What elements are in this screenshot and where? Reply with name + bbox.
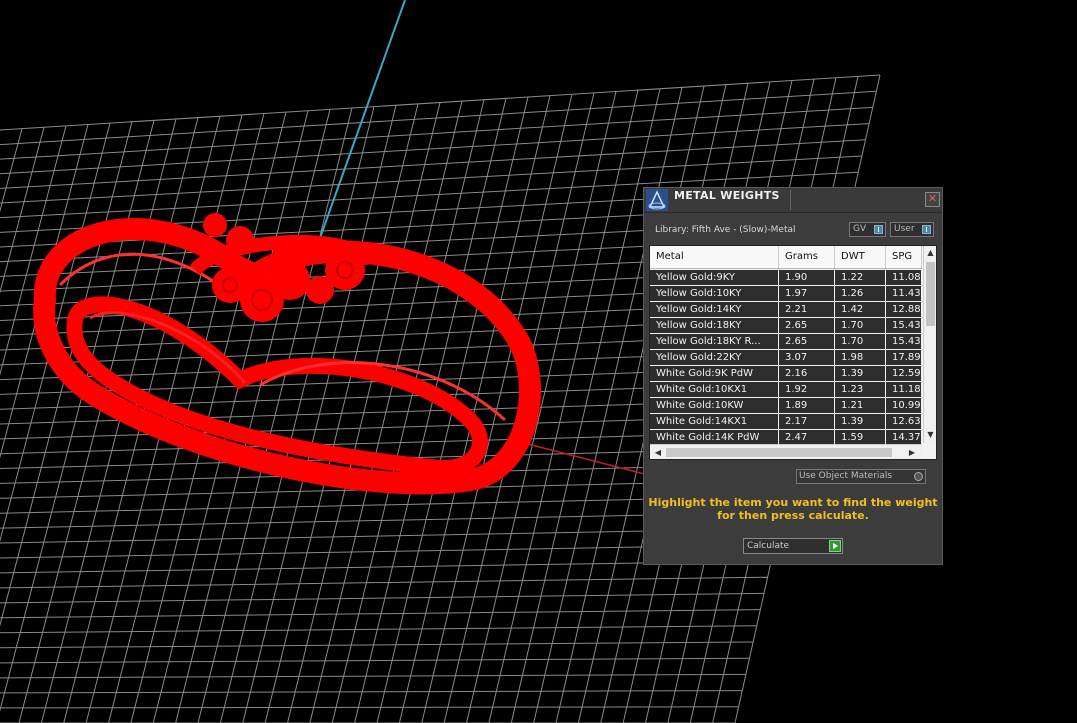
spg-cell: 15.43 [886, 334, 922, 350]
table-row[interactable]: White Gold:10KX1 1.92 1.23 11.18 [650, 382, 922, 398]
scroll-down-icon[interactable]: ▼ [925, 429, 936, 441]
grid-line [0, 123, 870, 175]
grams-cell: 3.07 [779, 350, 835, 366]
spg-cell: 12.63 [886, 414, 922, 430]
metal-cell: White Gold:10KW [650, 398, 779, 414]
metal-cell: Yellow Gold:18KY R... [650, 334, 779, 350]
calculate-button[interactable]: Calculate [743, 538, 843, 554]
library-label: Library: Fifth Ave - (Slow)-Metal [655, 225, 796, 235]
scroll-right-icon[interactable]: ▶ [906, 445, 918, 459]
grid-line [0, 706, 739, 709]
metal-cell: Yellow Gold:10KY [650, 286, 779, 302]
panel-titlebar[interactable]: METAL WEIGHTS ✕ [644, 188, 942, 213]
grid-line [0, 139, 866, 189]
table-row[interactable]: Yellow Gold:18KY R... 2.65 1.70 15.43 [650, 334, 922, 350]
gv-toggle[interactable]: GV [849, 222, 886, 237]
radio-icon [914, 472, 923, 481]
table-body: Yellow Gold:9KY 1.90 1.22 11.08 Yellow G… [650, 270, 922, 446]
grams-cell: 1.97 [779, 286, 835, 302]
grid-line [0, 576, 768, 589]
user-toggle-label: User [894, 224, 915, 234]
metal-cell: White Gold:14KX1 [650, 414, 779, 430]
scroll-up-icon[interactable]: ▲ [925, 247, 936, 259]
spg-cell: 11.08 [886, 270, 922, 286]
calculate-label: Calculate [747, 541, 790, 551]
grams-cell: 2.65 [779, 334, 835, 350]
instruction-text: Highlight the item you want to find the … [644, 496, 942, 522]
metal-cell: Yellow Gold:18KY [650, 318, 779, 334]
dwt-cell: 1.70 [835, 334, 886, 350]
play-icon [829, 540, 841, 552]
metal-cell: White Gold:9K PdW [650, 366, 779, 382]
spg-cell: 12.88 [886, 302, 922, 318]
grid-line [0, 90, 877, 146]
metal-cell: Yellow Gold:14KY [650, 302, 779, 318]
spg-cell: 10.99 [886, 398, 922, 414]
vertical-scrollbar[interactable]: ▲ ▼ [923, 246, 936, 443]
grams-cell: 2.65 [779, 318, 835, 334]
table-header: Metal Grams DWT SPG [650, 246, 922, 269]
dwt-cell: 1.42 [835, 302, 886, 318]
instruction-line-1: Highlight the item you want to find the … [648, 496, 938, 509]
toggle-switch-icon [874, 225, 883, 234]
dwt-cell: 1.98 [835, 350, 886, 366]
spg-cell: 11.18 [886, 382, 922, 398]
table-row[interactable]: Yellow Gold:18KY 2.65 1.70 15.43 [650, 318, 922, 334]
grams-cell: 2.21 [779, 302, 835, 318]
use-object-materials-label: Use Object Materials [799, 471, 893, 481]
vertical-scroll-thumb[interactable] [926, 262, 935, 326]
dwt-cell: 1.23 [835, 382, 886, 398]
table-row[interactable]: White Gold:10KW 1.89 1.21 10.99 [650, 398, 922, 414]
dwt-cell: 1.21 [835, 398, 886, 414]
column-header-spg[interactable]: SPG [886, 246, 922, 268]
user-toggle[interactable]: User [890, 222, 934, 237]
dwt-cell: 1.22 [835, 270, 886, 286]
app-logo-icon [646, 189, 668, 211]
title-separator [790, 190, 791, 210]
table-row[interactable]: Yellow Gold:22KY 3.07 1.98 17.89 [650, 350, 922, 366]
table-row[interactable]: Yellow Gold:10KY 1.97 1.26 11.43 [650, 286, 922, 302]
grams-cell: 2.17 [779, 414, 835, 430]
grid-line [0, 690, 743, 694]
table-row[interactable]: White Gold:14KX1 2.17 1.39 12.63 [650, 414, 922, 430]
close-icon[interactable]: ✕ [925, 192, 940, 207]
column-header-dwt[interactable]: DWT [835, 246, 886, 268]
panel-title: METAL WEIGHTS [674, 189, 780, 202]
column-header-metal[interactable]: Metal [650, 246, 779, 268]
spg-cell: 17.89 [886, 350, 922, 366]
scroll-left-icon[interactable]: ◀ [652, 445, 664, 459]
metal-cell: Yellow Gold:22KY [650, 350, 779, 366]
dwt-cell: 1.39 [835, 414, 886, 430]
spg-cell: 12.59 [886, 366, 922, 382]
table-row[interactable]: Yellow Gold:14KY 2.21 1.42 12.88 [650, 302, 922, 318]
table-row[interactable]: White Gold:9K PdW 2.16 1.39 12.59 [650, 366, 922, 382]
metal-table[interactable]: Metal Grams DWT SPG Yellow Gold:9KY 1.90… [649, 245, 937, 460]
grams-cell: 2.16 [779, 366, 835, 382]
grams-cell: 1.89 [779, 398, 835, 414]
grams-cell: 1.90 [779, 270, 835, 286]
grams-cell: 1.92 [779, 382, 835, 398]
spg-cell: 15.43 [886, 318, 922, 334]
horizontal-scroll-thumb[interactable] [666, 448, 892, 457]
use-object-materials-toggle[interactable]: Use Object Materials [796, 469, 926, 484]
column-header-grams[interactable]: Grams [779, 246, 835, 268]
spg-cell: 11.43 [886, 286, 922, 302]
horizontal-scrollbar[interactable]: ◀ ▶ [650, 444, 922, 459]
dwt-cell: 1.26 [835, 286, 886, 302]
metal-weights-panel: METAL WEIGHTS ✕ Library: Fifth Ave - (Sl… [643, 187, 943, 565]
dwt-cell: 1.39 [835, 366, 886, 382]
metal-cell: White Gold:10KX1 [650, 382, 779, 398]
grid-line [0, 592, 765, 604]
toggle-switch-icon [922, 225, 931, 234]
dwt-cell: 1.70 [835, 318, 886, 334]
table-row[interactable]: Yellow Gold:9KY 1.90 1.22 11.08 [650, 270, 922, 286]
instruction-line-2: for then press calculate. [717, 509, 869, 522]
metal-cell: Yellow Gold:9KY [650, 270, 779, 286]
gv-toggle-label: GV [853, 224, 867, 234]
